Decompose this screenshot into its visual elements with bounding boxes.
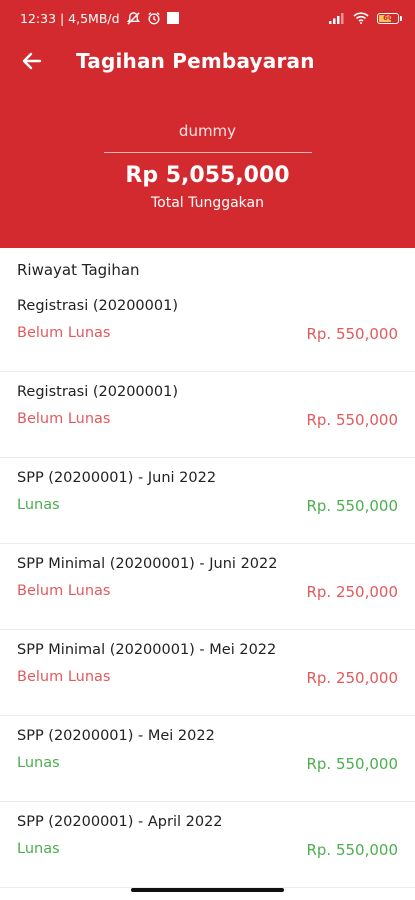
student-name: dummy <box>178 122 237 140</box>
notification-square-icon <box>166 12 179 24</box>
list-item[interactable]: SPP (20200001) - Mei 2022 Lunas Rp. 550,… <box>0 716 415 802</box>
bill-title: SPP (20200001) - Juni 2022 <box>17 470 217 486</box>
arrow-left-icon <box>22 52 42 70</box>
total-arrears-label: Total Tunggakan <box>151 195 264 211</box>
bill-amount: Rp. 550,000 <box>306 841 398 859</box>
bill-status: Belum Lunas <box>17 325 111 341</box>
bill-amount: Rp. 250,000 <box>306 583 398 601</box>
wifi-icon <box>353 12 369 24</box>
bill-title: Registrasi (20200001) <box>17 298 178 314</box>
list-item[interactable]: Registrasi (20200001) Belum Lunas Rp. 55… <box>0 286 415 372</box>
bill-title: SPP (20200001) - April 2022 <box>17 814 223 830</box>
bill-status: Belum Lunas <box>17 669 111 685</box>
header-panel: 12:33 | 4,5MB/d 60 Tagihan Pembayaran du… <box>0 0 415 248</box>
list-item[interactable]: SPP (20200001) - Juni 2022 Lunas Rp. 550… <box>0 458 415 544</box>
battery-icon: 60 <box>377 12 402 24</box>
bill-amount: Rp. 550,000 <box>306 755 398 773</box>
bill-status: Lunas <box>17 497 60 513</box>
status-time: 12:33 | 4,5MB/d <box>20 10 120 26</box>
bill-status: Lunas <box>17 841 60 857</box>
list-item[interactable]: SPP Minimal (20200001) - Mei 2022 Belum … <box>0 630 415 716</box>
signal-icon <box>329 12 345 24</box>
bill-list: Registrasi (20200001) Belum Lunas Rp. 55… <box>0 286 415 888</box>
status-bar: 12:33 | 4,5MB/d 60 <box>0 0 415 36</box>
bill-title: SPP Minimal (20200001) - Mei 2022 <box>17 642 277 658</box>
bill-amount: Rp. 550,000 <box>306 497 398 515</box>
alarm-icon <box>147 11 161 25</box>
bill-status: Lunas <box>17 755 60 771</box>
battery-level: 60 <box>383 14 393 22</box>
back-button[interactable] <box>12 41 52 81</box>
bill-title: SPP Minimal (20200001) - Juni 2022 <box>17 556 278 572</box>
notification-off-icon <box>126 11 141 26</box>
list-item[interactable]: SPP Minimal (20200001) - Juni 2022 Belum… <box>0 544 415 630</box>
bill-status: Belum Lunas <box>17 583 111 599</box>
list-item[interactable]: SPP (20200001) - April 2022 Lunas Rp. 55… <box>0 802 415 888</box>
bill-amount: Rp. 550,000 <box>306 325 398 343</box>
bill-status: Belum Lunas <box>17 411 111 427</box>
total-arrears-amount: Rp 5,055,000 <box>125 163 290 188</box>
bill-amount: Rp. 250,000 <box>306 669 398 687</box>
list-item[interactable]: Registrasi (20200001) Belum Lunas Rp. 55… <box>0 372 415 458</box>
bill-title: SPP (20200001) - Mei 2022 <box>17 728 215 744</box>
header-divider <box>104 152 312 153</box>
bill-title: Registrasi (20200001) <box>17 384 178 400</box>
home-indicator[interactable] <box>131 888 284 892</box>
bill-amount: Rp. 550,000 <box>306 411 398 429</box>
section-title: Riwayat Tagihan <box>17 261 140 279</box>
app-bar: Tagihan Pembayaran <box>0 40 415 82</box>
page-title: Tagihan Pembayaran <box>76 49 315 73</box>
